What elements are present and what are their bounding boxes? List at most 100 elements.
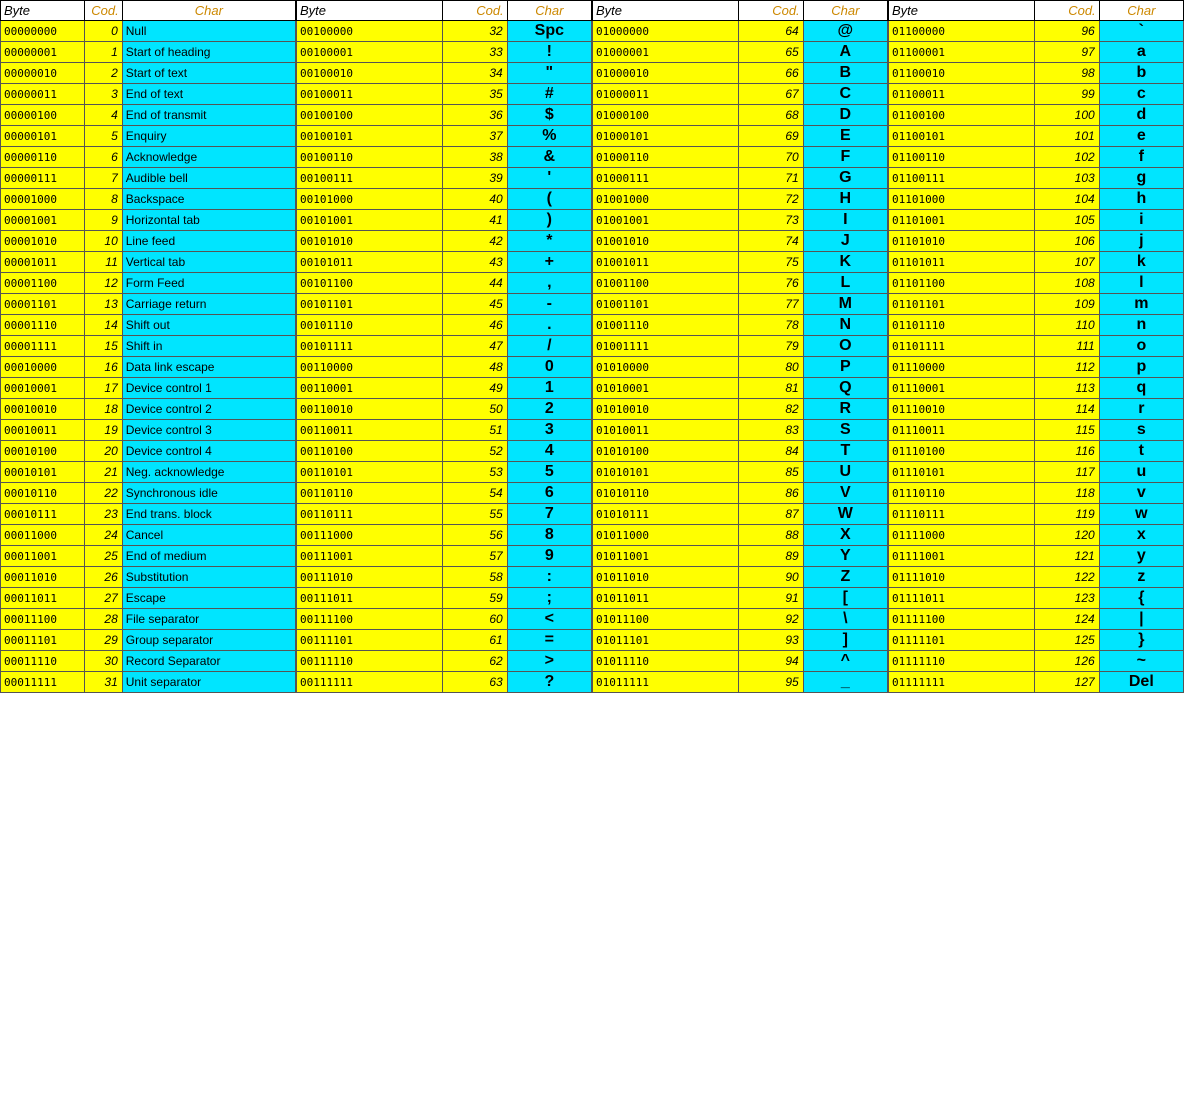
- byte-cell: 01110011: [889, 420, 1035, 441]
- char-cell: +: [507, 252, 591, 273]
- cod-cell: 33: [443, 42, 508, 63]
- char-cell: 2: [507, 399, 591, 420]
- table-row: 01101111111o: [889, 336, 1184, 357]
- byte-cell: 01010010: [593, 399, 739, 420]
- cod-cell: 115: [1035, 420, 1100, 441]
- char-cell: O: [803, 336, 887, 357]
- cod-cell: 74: [739, 231, 804, 252]
- table-row: 000001117Audible bell: [1, 168, 296, 189]
- char-cell: M: [803, 294, 887, 315]
- char-cell: Q: [803, 378, 887, 399]
- table-row: 0100100173I: [593, 210, 888, 231]
- char-cell: T: [803, 441, 887, 462]
- table-row: 00111000568: [297, 525, 592, 546]
- char-cell: J: [803, 231, 887, 252]
- byte-cell: 01010100: [593, 441, 739, 462]
- char-cell: Start of heading: [122, 42, 295, 63]
- cod-cell: 28: [85, 609, 122, 630]
- cod-cell: 66: [739, 63, 804, 84]
- char-cell: B: [803, 63, 887, 84]
- header-char: Char: [803, 1, 887, 21]
- byte-cell: 00111111: [297, 672, 443, 693]
- char-cell: f: [1099, 147, 1183, 168]
- cod-cell: 94: [739, 651, 804, 672]
- cod-cell: 27: [85, 588, 122, 609]
- table-row: 0010000032Spc: [297, 21, 592, 42]
- char-cell: `: [1099, 21, 1183, 42]
- table-row: 0010101143+: [297, 252, 592, 273]
- byte-cell: 00111100: [297, 609, 443, 630]
- table-row: 01100101101e: [889, 126, 1184, 147]
- char-cell: Vertical tab: [122, 252, 295, 273]
- char-cell: Device control 2: [122, 399, 295, 420]
- table-row: 0001011022Synchronous idle: [1, 483, 296, 504]
- table-row: 0001111030Record Separator: [1, 651, 296, 672]
- table-row: 01101010106j: [889, 231, 1184, 252]
- char-cell: :: [507, 567, 591, 588]
- table-row: 00110001491: [297, 378, 592, 399]
- table-row: 0101001183S: [593, 420, 888, 441]
- char-cell: End of medium: [122, 546, 295, 567]
- cod-cell: 108: [1035, 273, 1100, 294]
- table-row: 0010010137%: [297, 126, 592, 147]
- cod-cell: 106: [1035, 231, 1100, 252]
- byte-cell: 00010101: [1, 462, 85, 483]
- char-cell: Device control 4: [122, 441, 295, 462]
- section-2-table: ByteCod.Char0010000032Spc0010000133!0010…: [296, 0, 592, 693]
- header-cod: Cod.: [1035, 1, 1100, 21]
- byte-cell: 00110110: [297, 483, 443, 504]
- table-row: 0110000096`: [889, 21, 1184, 42]
- cod-cell: 116: [1035, 441, 1100, 462]
- char-cell: ^: [803, 651, 887, 672]
- char-cell: ): [507, 210, 591, 231]
- table-row: 0001001119Device control 3: [1, 420, 296, 441]
- byte-cell: 00101110: [297, 315, 443, 336]
- char-cell: C: [803, 84, 887, 105]
- table-row: 0100101074J: [593, 231, 888, 252]
- char-cell: -: [507, 294, 591, 315]
- char-cell: Line feed: [122, 231, 295, 252]
- byte-cell: 01111000: [889, 525, 1035, 546]
- byte-cell: 01101011: [889, 252, 1035, 273]
- cod-cell: 57: [443, 546, 508, 567]
- cod-cell: 31: [85, 672, 122, 693]
- table-row: 01111111127Del: [889, 672, 1184, 693]
- char-cell: !: [507, 42, 591, 63]
- byte-cell: 01011100: [593, 609, 739, 630]
- char-cell: o: [1099, 336, 1183, 357]
- header-cod: Cod.: [85, 1, 122, 21]
- byte-cell: 01100100: [889, 105, 1035, 126]
- char-cell: 7: [507, 504, 591, 525]
- byte-cell: 01100010: [889, 63, 1035, 84]
- cod-cell: 62: [443, 651, 508, 672]
- table-row: 01110111119w: [889, 504, 1184, 525]
- cod-cell: 34: [443, 63, 508, 84]
- char-cell: e: [1099, 126, 1183, 147]
- table-row: 0000110113Carriage return: [1, 294, 296, 315]
- byte-cell: 01011000: [593, 525, 739, 546]
- cod-cell: 72: [739, 189, 804, 210]
- table-row: 0101101090Z: [593, 567, 888, 588]
- table-row: 0001001018Device control 2: [1, 399, 296, 420]
- char-cell: I: [803, 210, 887, 231]
- char-cell: Z: [803, 567, 887, 588]
- byte-cell: 01010011: [593, 420, 739, 441]
- table-row: 0101011187W: [593, 504, 888, 525]
- byte-cell: 00001000: [1, 189, 85, 210]
- table-row: 0011101058:: [297, 567, 592, 588]
- byte-cell: 00011001: [1, 546, 85, 567]
- cod-cell: 39: [443, 168, 508, 189]
- table-row: 0000101010Line feed: [1, 231, 296, 252]
- table-row: 01101000104h: [889, 189, 1184, 210]
- table-row: 01111001121y: [889, 546, 1184, 567]
- char-cell: \: [803, 609, 887, 630]
- table-row: 0100001066B: [593, 63, 888, 84]
- char-cell: 5: [507, 462, 591, 483]
- header-cod: Cod.: [443, 1, 508, 21]
- cod-cell: 23: [85, 504, 122, 525]
- header-char: Char: [1099, 1, 1183, 21]
- char-cell: &: [507, 147, 591, 168]
- byte-cell: 01101010: [889, 231, 1035, 252]
- char-cell: Form Feed: [122, 273, 295, 294]
- table-row: 01110010114r: [889, 399, 1184, 420]
